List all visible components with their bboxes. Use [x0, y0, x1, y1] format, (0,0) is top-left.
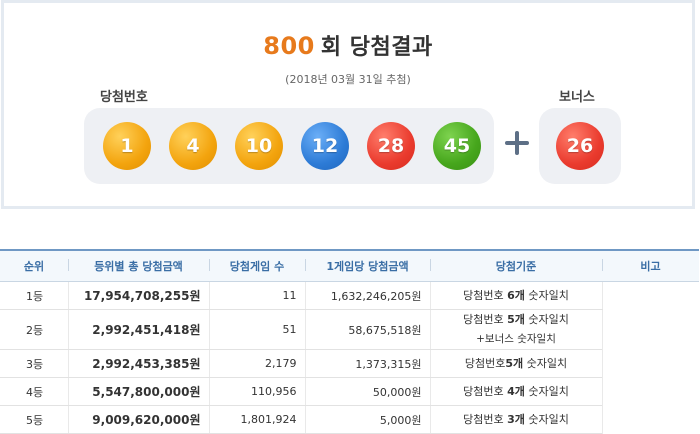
prize-per-game-cell: 58,675,518원 [304, 309, 430, 350]
prize-per-game-cell: 50,000원 [304, 377, 430, 406]
criteria-count: 5개 [507, 313, 525, 326]
winner-count-cell: 110,956 [208, 377, 305, 406]
criteria-count: 5개 [505, 357, 524, 370]
rank-cell: 5등 [0, 405, 68, 434]
criteria-cell: 당첨번호5개 숫자일치 [429, 349, 602, 378]
criteria-cell: 당첨번호 5개 숫자일치 +보너스 숫자일치 [429, 309, 602, 350]
criteria-suffix: 숫자일치 [523, 357, 568, 370]
draw-date: (2018년 03월 31일 추첨) [285, 73, 411, 86]
rank-cell: 4등 [0, 377, 68, 406]
table-row: 4등 5,547,800,000원 110,956 50,000원 당첨번호 4… [0, 377, 699, 406]
total-prize-cell: 17,954,708,255원 [67, 281, 209, 310]
table-row: 5등 9,009,620,000원 1,801,924 5,000원 당첨번호 … [0, 405, 699, 434]
table-row: 3등 2,992,453,385원 2,179 1,373,315원 당첨번호5… [0, 349, 699, 378]
winning-ball: 12 [301, 122, 349, 170]
note-cell [601, 281, 699, 434]
plus-icon [505, 131, 529, 155]
winning-ball: 1 [103, 122, 151, 170]
header-note: 비고 [602, 249, 699, 282]
criteria-count: 6개 [507, 289, 525, 302]
winner-count-cell: 2,179 [208, 349, 305, 378]
winning-ball: 10 [235, 122, 283, 170]
rank-cell: 2등 [0, 309, 68, 350]
criteria-suffix: 숫자일치 [524, 385, 569, 398]
criteria-prefix: 당첨번호 [463, 385, 508, 398]
total-prize-cell: 5,547,800,000원 [67, 377, 209, 406]
criteria-suffix: 숫자일치 [524, 413, 569, 426]
header-criteria: 당첨기준 [430, 249, 602, 282]
winner-count-cell: 11 [208, 281, 305, 310]
criteria-bonus-line: +보너스 숫자일치 [476, 333, 556, 345]
criteria-suffix: 숫자일치 [524, 289, 569, 302]
header-total-prize: 등위별 총 당첨금액 [68, 249, 209, 282]
criteria-prefix: 당첨번호 [463, 413, 508, 426]
criteria-suffix: 숫자일치 [524, 313, 569, 326]
header-prize-per-game: 1게임당 당첨금액 [305, 249, 430, 282]
winner-count-cell: 1,801,924 [208, 405, 305, 434]
rank-cell: 3등 [0, 349, 68, 378]
total-prize-cell: 9,009,620,000원 [67, 405, 209, 434]
header-rank: 순위 [0, 249, 68, 282]
bonus-ball: 26 [556, 122, 604, 170]
criteria-count: 4개 [507, 385, 525, 398]
table-row: 2등 2,992,451,418원 51 58,675,518원 당첨번호 5개… [0, 309, 699, 350]
round-title: 800 회 당첨결과 [4, 29, 692, 61]
total-prize-cell: 2,992,451,418원 [67, 309, 209, 350]
winning-numbers-panel: 1 4 10 12 28 45 [84, 108, 494, 184]
draw-result-panel: 800 회 당첨결과 (2018년 03월 31일 추첨) 당첨번호 보너스 1 … [1, 0, 695, 209]
rank-cell: 1등 [0, 281, 68, 310]
header-winner-count: 당첨게임 수 [209, 249, 305, 282]
winning-ball: 45 [433, 122, 481, 170]
winning-numbers-label: 당첨번호 [100, 90, 148, 105]
criteria-cell: 당첨번호 4개 숫자일치 [429, 377, 602, 406]
winner-count-cell: 51 [208, 309, 305, 350]
criteria-prefix: 당첨번호 [463, 313, 508, 326]
round-suffix: 회 당첨결과 [320, 35, 433, 60]
criteria-prefix: 당첨번호 [463, 289, 508, 302]
winning-ball: 28 [367, 122, 415, 170]
prize-per-game-cell: 1,373,315원 [304, 349, 430, 378]
bonus-number-label: 보너스 [559, 90, 595, 105]
prize-per-game-cell: 5,000원 [304, 405, 430, 434]
winning-ball: 4 [169, 122, 217, 170]
criteria-count: 3개 [507, 413, 525, 426]
prize-table: 순위 등위별 총 당첨금액 당첨게임 수 1게임당 당첨금액 당첨기준 비고 1… [0, 249, 699, 434]
prize-per-game-cell: 1,632,246,205원 [304, 281, 430, 310]
criteria-cell: 당첨번호 3개 숫자일치 [429, 405, 602, 434]
criteria-prefix: 당첨번호 [464, 357, 506, 370]
round-number: 800 [263, 32, 315, 60]
total-prize-cell: 2,992,453,385원 [67, 349, 209, 378]
bonus-number-panel: 26 [539, 108, 621, 184]
table-row: 1등 17,954,708,255원 11 1,632,246,205원 당첨번… [0, 281, 699, 434]
criteria-cell: 당첨번호 6개 숫자일치 [429, 281, 602, 310]
table-header-row: 순위 등위별 총 당첨금액 당첨게임 수 1게임당 당첨금액 당첨기준 비고 [0, 249, 699, 282]
